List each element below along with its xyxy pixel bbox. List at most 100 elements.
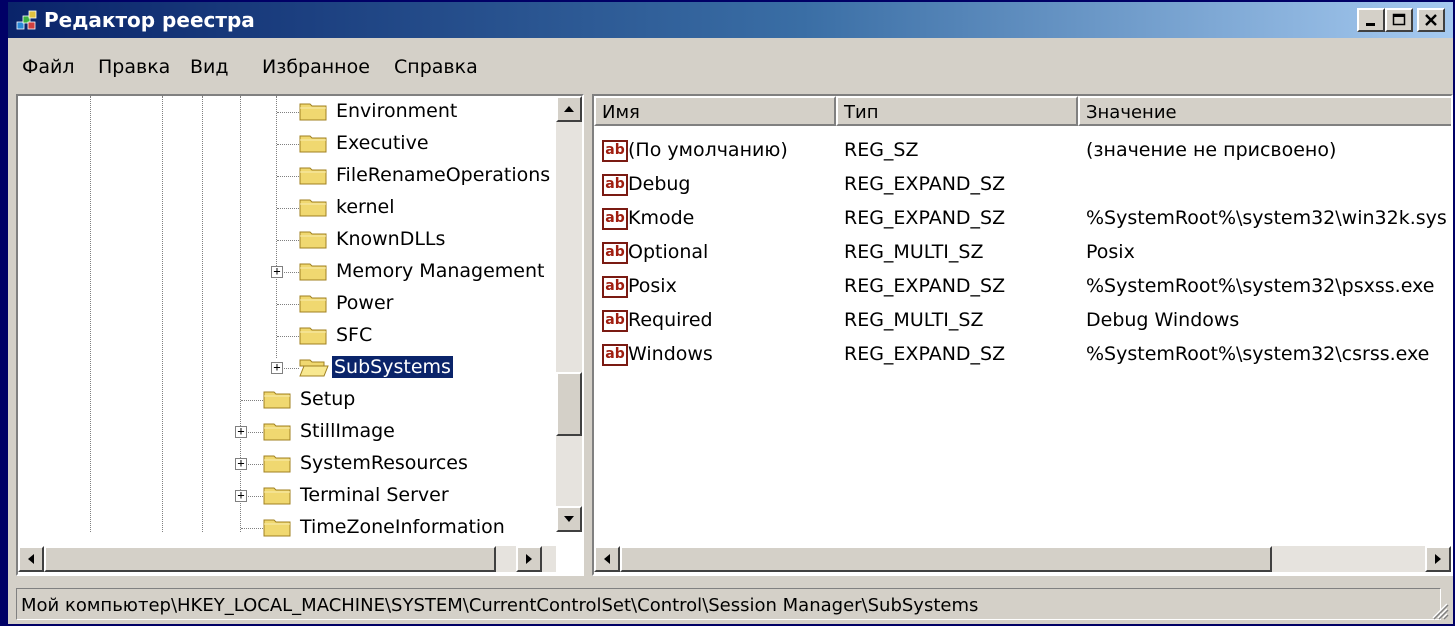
column-header-type[interactable]: Тип <box>836 96 1078 126</box>
folder-icon <box>299 196 329 218</box>
tree-node-terminal-server[interactable]: Terminal Server <box>298 484 451 506</box>
tree-node-subsystems[interactable]: SubSystems <box>331 355 454 379</box>
arrow-up-icon <box>564 106 574 112</box>
value-data: Posix <box>1086 241 1135 263</box>
string-value-icon: ab <box>602 344 628 366</box>
maximize-button[interactable] <box>1385 8 1413 32</box>
tree-hscroll-thumb[interactable] <box>44 546 496 572</box>
value-type: REG_MULTI_SZ <box>844 309 984 331</box>
menu-help[interactable]: Справка <box>394 56 478 78</box>
value-row[interactable]: ab Optional REG_MULTI_SZ Posix <box>594 240 1451 272</box>
string-value-icon: ab <box>602 174 628 196</box>
tree-connector <box>277 304 299 305</box>
value-row[interactable]: ab Kmode REG_EXPAND_SZ %SystemRoot%\syst… <box>594 206 1451 238</box>
tree-node-kernel[interactable]: kernel <box>334 196 397 218</box>
tree-horizontal-scrollbar[interactable] <box>18 546 556 572</box>
menu-favorites[interactable]: Избранное <box>262 56 370 78</box>
registry-editor-icon <box>16 10 37 30</box>
tree-connector <box>277 336 299 337</box>
folder-icon <box>299 100 329 122</box>
expand-plus-icon[interactable]: + <box>235 425 247 438</box>
menu-view[interactable]: Вид <box>190 56 229 78</box>
tree-scroll-thumb[interactable] <box>556 372 582 436</box>
scroll-down-button[interactable] <box>556 506 582 532</box>
expand-plus-icon[interactable]: + <box>235 489 247 502</box>
string-value-icon: ab <box>602 310 628 332</box>
scroll-left-button[interactable] <box>594 546 620 572</box>
tree-guide-line <box>276 96 277 358</box>
tree-node-memory-management[interactable]: Memory Management <box>334 260 546 282</box>
value-name: Kmode <box>628 207 695 229</box>
tree-node-setup[interactable]: Setup <box>298 388 357 410</box>
tree-connector <box>241 400 263 401</box>
status-path: Мой компьютер\HKEY_LOCAL_MACHINE\SYSTEM\… <box>16 588 1441 620</box>
tree-connector <box>277 208 299 209</box>
tree-node-executive[interactable]: Executive <box>334 132 431 154</box>
value-data: (значение не присвоено) <box>1086 139 1337 161</box>
tree-connector <box>277 240 299 241</box>
menu-file[interactable]: Файл <box>22 56 75 78</box>
list-hscroll-thumb[interactable] <box>620 546 1272 572</box>
folder-icon <box>263 452 293 474</box>
value-type: REG_EXPAND_SZ <box>844 207 1006 229</box>
resize-grip-icon[interactable] <box>1429 600 1449 620</box>
tree-node-sfc[interactable]: SFC <box>334 324 374 346</box>
value-row[interactable]: ab Required REG_MULTI_SZ Debug Windows <box>594 308 1451 340</box>
scroll-right-button[interactable] <box>516 546 542 572</box>
tree-node-timezoneinformation[interactable]: TimeZoneInformation <box>298 516 507 538</box>
tree-node-environment[interactable]: Environment <box>334 100 459 122</box>
arrow-down-icon <box>564 516 574 522</box>
folder-icon <box>299 132 329 154</box>
menu-edit[interactable]: Правка <box>98 56 170 78</box>
maximize-icon <box>1392 13 1406 26</box>
scroll-up-button[interactable] <box>556 96 582 122</box>
tree-connector <box>241 528 263 529</box>
tree-vertical-scrollbar[interactable] <box>556 96 582 532</box>
folder-icon <box>263 484 293 506</box>
tree-node-filerenameoperations[interactable]: FileRenameOperations <box>334 164 552 186</box>
tree-connector <box>277 144 299 145</box>
minimize-button[interactable] <box>1357 8 1385 32</box>
value-name: Optional <box>628 241 709 263</box>
value-row[interactable]: ab (По умолчанию) REG_SZ (значение не пр… <box>594 138 1451 170</box>
close-icon <box>1425 14 1437 26</box>
tree-node-stillimage[interactable]: StillImage <box>298 420 397 442</box>
tree-node-knowndlls[interactable]: KnownDLLs <box>334 228 447 250</box>
value-row[interactable]: ab Windows REG_EXPAND_SZ %SystemRoot%\sy… <box>594 342 1451 374</box>
arrow-right-icon <box>526 554 532 564</box>
list-horizontal-scrollbar[interactable] <box>594 546 1451 572</box>
scroll-left-button[interactable] <box>18 546 44 572</box>
column-header-value[interactable]: Значение <box>1078 96 1451 126</box>
tree-connector <box>277 176 299 177</box>
value-row[interactable]: ab Debug REG_EXPAND_SZ <box>594 172 1451 204</box>
values-list-pane[interactable]: Имя Тип Значение ab (По умолчанию) REG_S… <box>592 94 1453 576</box>
scroll-right-button[interactable] <box>1425 546 1451 572</box>
expand-plus-icon[interactable]: + <box>271 361 283 374</box>
expand-plus-icon[interactable]: + <box>271 265 283 278</box>
value-type: REG_EXPAND_SZ <box>844 343 1006 365</box>
close-button[interactable] <box>1417 8 1445 32</box>
arrow-left-icon <box>28 554 34 564</box>
key-tree-pane[interactable]: Environment Executive FileRenameOperatio… <box>16 94 584 576</box>
title-bar[interactable]: Редактор реестра <box>8 2 1453 38</box>
folder-icon <box>263 388 293 410</box>
open-folder-icon <box>299 356 329 378</box>
value-name: Windows <box>628 343 713 365</box>
expand-plus-icon[interactable]: + <box>235 457 247 470</box>
regedit-window: Редактор реестра Файл Правка Вид Избранн… <box>8 2 1453 624</box>
string-value-icon: ab <box>602 242 628 264</box>
column-header-name[interactable]: Имя <box>594 96 836 126</box>
value-data: %SystemRoot%\system32\psxss.exe <box>1086 275 1435 297</box>
value-type: REG_SZ <box>844 139 919 161</box>
value-row[interactable]: ab Posix REG_EXPAND_SZ %SystemRoot%\syst… <box>594 274 1451 306</box>
tree-node-power[interactable]: Power <box>334 292 395 314</box>
value-name: Posix <box>628 275 677 297</box>
value-data: Debug Windows <box>1086 309 1240 331</box>
value-type: REG_EXPAND_SZ <box>844 275 1006 297</box>
string-value-icon: ab <box>602 276 628 298</box>
folder-icon <box>263 420 293 442</box>
folder-icon <box>299 164 329 186</box>
tree-node-systemresources[interactable]: SystemResources <box>298 452 470 474</box>
value-type: REG_MULTI_SZ <box>844 241 984 263</box>
value-type: REG_EXPAND_SZ <box>844 173 1006 195</box>
